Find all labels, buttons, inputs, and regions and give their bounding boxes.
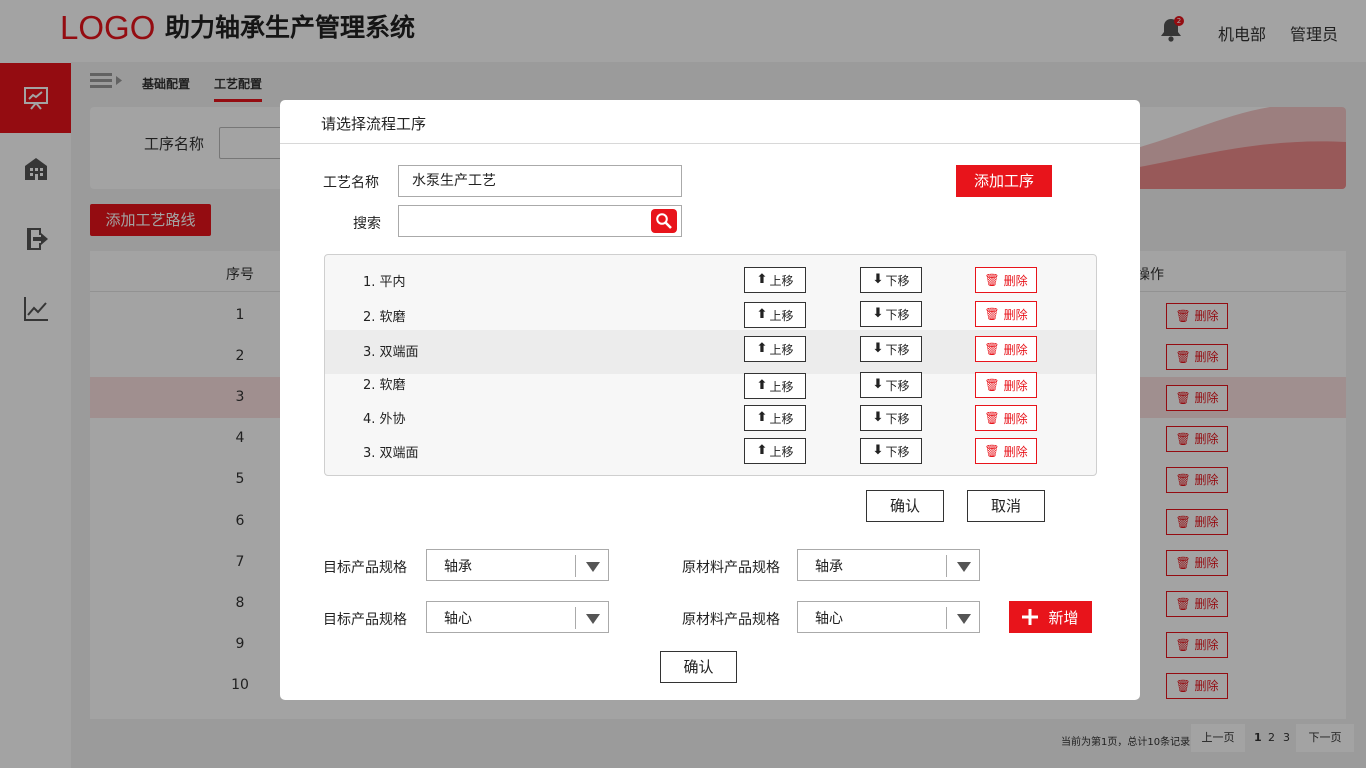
move-down-button[interactable]: ⬇ 下移 <box>860 336 922 362</box>
trash-icon: 🗑 <box>984 342 1000 356</box>
arrow-up-icon: ⬆ <box>756 272 768 287</box>
delete-step-button[interactable]: 🗑 删除 <box>975 405 1037 431</box>
arrow-down-icon: ⬇ <box>872 306 884 321</box>
move-up-button[interactable]: ⬆ 上移 <box>744 438 806 464</box>
move-down-button[interactable]: ⬇ 下移 <box>860 405 922 431</box>
target-spec-select[interactable]: 轴承 <box>426 549 609 581</box>
move-up-button[interactable]: ⬆ 上移 <box>744 373 806 399</box>
dialog-title: 请选择流程工序 <box>321 115 427 133</box>
target-spec-select[interactable]: 轴心 <box>426 601 609 633</box>
search-button[interactable] <box>651 209 677 233</box>
arrow-up-icon: ⬆ <box>756 341 768 356</box>
list-item: 3. 双端面 ⬆ 上移 ⬇ 下移 🗑 删除 <box>325 438 1096 475</box>
move-down-button[interactable]: ⬇ 下移 <box>860 301 922 327</box>
step-name: 4. 外协 <box>363 412 406 427</box>
process-name-input[interactable]: 水泵生产工艺 <box>398 165 682 197</box>
chevron-down-icon <box>586 614 600 624</box>
move-up-button[interactable]: ⬆ 上移 <box>744 302 806 328</box>
process-name-label: 工艺名称 <box>323 175 379 191</box>
plus-icon <box>1022 609 1039 625</box>
search-icon <box>656 213 672 229</box>
step-name: 3. 双端面 <box>363 345 419 360</box>
add-step-button[interactable]: 添加工序 <box>956 165 1052 197</box>
raw-spec-label: 原材料产品规格 <box>682 612 780 628</box>
trash-icon: 🗑 <box>984 307 1000 321</box>
chevron-down-icon <box>586 562 600 572</box>
search-label: 搜索 <box>353 216 381 232</box>
cancel-button[interactable]: 取消 <box>967 490 1045 522</box>
raw-spec-select[interactable]: 轴承 <box>797 549 980 581</box>
process-step-list: 1. 平内 ⬆ 上移 ⬇ 下移 🗑 删除 2. 软磨 ⬆ 上移 ⬇ 下移 🗑 删除 3. 双… <box>324 254 1097 476</box>
target-spec-label: 目标产品规格 <box>323 560 407 576</box>
step-name: 3. 双端面 <box>363 446 419 461</box>
target-spec-label: 目标产品规格 <box>323 612 407 628</box>
trash-icon: 🗑 <box>984 378 1000 392</box>
arrow-up-icon: ⬆ <box>756 378 768 393</box>
arrow-up-icon: ⬆ <box>756 307 768 322</box>
dialog-confirm-button[interactable]: 确认 <box>660 651 737 683</box>
step-name: 1. 平内 <box>363 275 406 290</box>
arrow-down-icon: ⬇ <box>872 443 884 458</box>
dialog-title-divider <box>280 143 1140 144</box>
move-up-button[interactable]: ⬆ 上移 <box>744 336 806 362</box>
search-input[interactable] <box>398 205 682 237</box>
move-down-button[interactable]: ⬇ 下移 <box>860 267 922 293</box>
list-item: 2. 软磨 ⬆ 上移 ⬇ 下移 🗑 删除 <box>325 291 1096 335</box>
delete-step-button[interactable]: 🗑 删除 <box>975 372 1037 398</box>
delete-step-button[interactable]: 🗑 删除 <box>975 301 1037 327</box>
arrow-down-icon: ⬇ <box>872 410 884 425</box>
trash-icon: 🗑 <box>984 444 1000 458</box>
raw-spec-label: 原材料产品规格 <box>682 560 780 576</box>
add-new-button[interactable]: 新增 <box>1009 601 1092 633</box>
delete-step-button[interactable]: 🗑 删除 <box>975 336 1037 362</box>
move-up-button[interactable]: ⬆ 上移 <box>744 405 806 431</box>
delete-step-button[interactable]: 🗑 删除 <box>975 267 1037 293</box>
step-name: 2. 软磨 <box>363 378 406 393</box>
trash-icon: 🗑 <box>984 411 1000 425</box>
move-up-button[interactable]: ⬆ 上移 <box>744 267 806 293</box>
process-step-dialog: 请选择流程工序 工艺名称 水泵生产工艺 搜索 添加工序 1. 平内 ⬆ 上移 ⬇ 下… <box>280 100 1140 700</box>
arrow-down-icon: ⬇ <box>872 272 884 287</box>
raw-spec-select[interactable]: 轴心 <box>797 601 980 633</box>
arrow-up-icon: ⬆ <box>756 443 768 458</box>
chevron-down-icon <box>957 562 971 572</box>
confirm-steps-button[interactable]: 确认 <box>866 490 944 522</box>
arrow-down-icon: ⬇ <box>872 341 884 356</box>
arrow-up-icon: ⬆ <box>756 410 768 425</box>
arrow-down-icon: ⬇ <box>872 377 884 392</box>
trash-icon: 🗑 <box>984 273 1000 287</box>
chevron-down-icon <box>957 614 971 624</box>
move-down-button[interactable]: ⬇ 下移 <box>860 372 922 398</box>
delete-step-button[interactable]: 🗑 删除 <box>975 438 1037 464</box>
step-name: 2. 软磨 <box>363 310 406 325</box>
move-down-button[interactable]: ⬇ 下移 <box>860 438 922 464</box>
list-item: 3. 双端面 ⬆ 上移 ⬇ 下移 🗑 删除 <box>325 330 1096 374</box>
